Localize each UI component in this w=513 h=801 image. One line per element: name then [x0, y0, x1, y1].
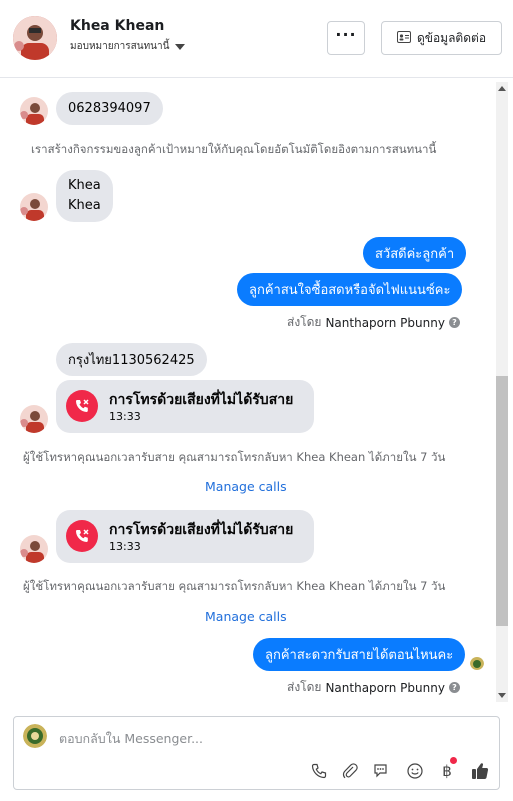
- missed-call-time: 13:33: [109, 540, 141, 553]
- missed-call-notice: ผู้ใช้โทรหาคุณนอกเวลารับสาย คุณสามารถโทร…: [23, 450, 446, 464]
- caret-down-icon: [175, 43, 186, 50]
- message-text: สวัสดีค่ะลูกค้า: [375, 246, 455, 262]
- missed-call-title: การโทรด้วยเสียงที่ไม่ได้รับสาย: [109, 392, 294, 408]
- more-options-button[interactable]: ···: [327, 21, 365, 55]
- manage-calls-link[interactable]: Manage calls: [205, 479, 287, 494]
- thumbs-up-icon[interactable]: [469, 760, 491, 782]
- contact-avatar[interactable]: [13, 16, 57, 60]
- missed-call-icon: [66, 390, 98, 422]
- paperclip-icon[interactable]: [339, 760, 361, 782]
- more-dots-icon: ···: [335, 25, 357, 44]
- info-icon[interactable]: ?: [448, 317, 460, 328]
- contact-avatar-small: [20, 405, 48, 433]
- outgoing-message: ลูกค้าสะดวกรับสายได้ตอนไหนคะ: [253, 638, 466, 671]
- assign-label: มอบหมายการสนทนานี้: [70, 41, 170, 52]
- contact-avatar-small: [20, 97, 48, 125]
- missed-call-icon: [66, 520, 98, 552]
- message-text: ลูกค้าสะดวกรับสายได้ตอนไหนคะ: [265, 648, 454, 663]
- notification-dot: [450, 757, 457, 764]
- baht-icon[interactable]: ฿: [436, 757, 458, 782]
- sent-by-line: ส่งโดย Nanthaporn Pbunny ?: [287, 313, 460, 332]
- scrollbar-thumb[interactable]: [496, 376, 508, 626]
- scroll-up-icon[interactable]: [498, 86, 506, 91]
- scroll-down-icon[interactable]: [498, 693, 506, 698]
- message-text: กรุงไทย1130562425: [68, 353, 195, 368]
- contact-card-icon: [396, 30, 411, 46]
- system-notice: เราสร้างกิจกรรมของลูกค้าเป้าหมายให้กับคุ…: [31, 142, 437, 156]
- missed-call-card[interactable]: การโทรด้วยเสียงที่ไม่ได้รับสาย 13:33: [56, 380, 314, 433]
- contact-avatar-small: [20, 535, 48, 563]
- message-text: 0628394097: [68, 101, 151, 116]
- sender-name: Nanthaporn Pbunny: [325, 680, 445, 695]
- outgoing-message: สวัสดีค่ะลูกค้า: [363, 237, 467, 269]
- chat-bubbles-icon[interactable]: [371, 760, 393, 782]
- conversation-scrollbar[interactable]: [496, 82, 508, 702]
- missed-call-card[interactable]: การโทรด้วยเสียงที่ไม่ได้รับสาย 13:33: [56, 510, 314, 563]
- message-text: Khea: [68, 198, 101, 213]
- conversation-header: Khea Khean มอบหมายการสนทนานี้ ··· ดูข้อม…: [0, 0, 513, 78]
- message-text: Khea: [68, 178, 101, 193]
- page-avatar: [23, 724, 47, 748]
- seen-avatar: [470, 656, 484, 670]
- contact-name: Khea Khean: [70, 18, 165, 34]
- missed-call-title: การโทรด้วยเสียงที่ไม่ได้รับสาย: [109, 522, 294, 538]
- incoming-message: 0628394097: [56, 92, 163, 125]
- reply-input[interactable]: [59, 731, 479, 746]
- assign-conversation-dropdown[interactable]: มอบหมายการสนทนานี้: [70, 39, 186, 54]
- phone-icon[interactable]: [308, 760, 330, 782]
- contact-avatar-small: [20, 193, 48, 221]
- emoji-icon[interactable]: [404, 760, 426, 782]
- incoming-message: Khea Khea: [56, 170, 113, 222]
- sent-by-prefix: ส่งโดย: [287, 680, 322, 694]
- message-composer: ฿: [13, 716, 500, 790]
- message-text: ลูกค้าสนใจซื้อสดหรือจัดไฟแนนซ์คะ: [249, 283, 451, 298]
- incoming-message: กรุงไทย1130562425: [56, 343, 207, 376]
- missed-call-time: 13:33: [109, 410, 141, 423]
- sent-by-line: ส่งโดย Nanthaporn Pbunny ?: [287, 678, 460, 697]
- sender-name: Nanthaporn Pbunny: [325, 315, 445, 330]
- outgoing-message: ลูกค้าสนใจซื้อสดหรือจัดไฟแนนซ์คะ: [237, 273, 463, 306]
- missed-call-notice: ผู้ใช้โทรหาคุณนอกเวลารับสาย คุณสามารถโทร…: [23, 579, 446, 593]
- sent-by-prefix: ส่งโดย: [287, 315, 322, 329]
- view-contact-label: ดูข้อมูลติดต่อ: [416, 30, 487, 45]
- view-contact-button[interactable]: ดูข้อมูลติดต่อ: [381, 21, 502, 55]
- info-icon[interactable]: ?: [448, 682, 460, 693]
- manage-calls-link[interactable]: Manage calls: [205, 609, 287, 624]
